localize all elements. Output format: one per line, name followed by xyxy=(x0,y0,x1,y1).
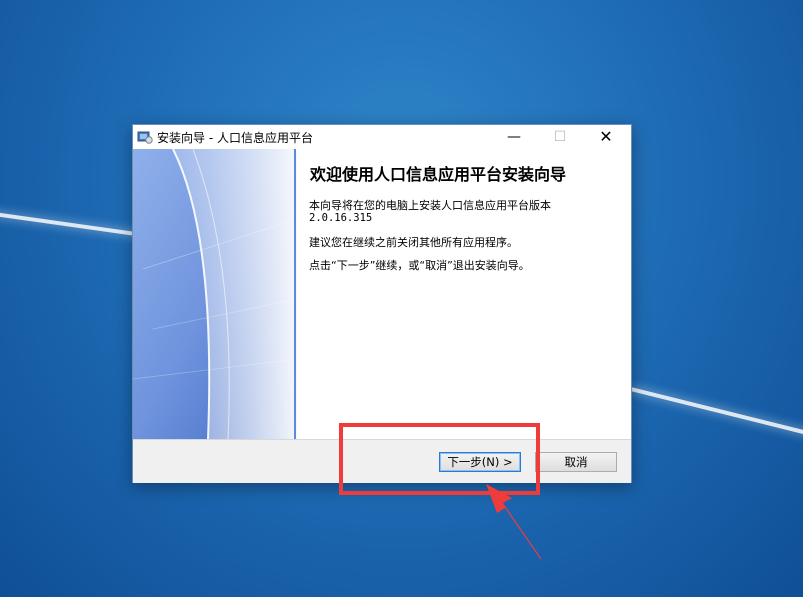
wizard-content: 欢迎使用人口信息应用平台安装向导 本向导将在您的电脑上安装人口信息应用平台版本 … xyxy=(297,149,631,439)
annotation-highlight-box xyxy=(339,423,540,495)
maximize-button[interactable]: ☐ xyxy=(537,125,583,149)
installer-app-icon xyxy=(137,131,153,144)
wallpaper-light-streak xyxy=(0,210,150,238)
version-text: 2.0.16.315 xyxy=(309,212,373,224)
title-bar[interactable]: 安装向导 - 人口信息应用平台 — ☐ ✕ xyxy=(133,125,631,149)
instruction-text: 点击“下一步”继续，或“取消”退出安装向导。 xyxy=(309,259,530,272)
advice-text: 建议您在继续之前关闭其他所有应用程序。 xyxy=(309,236,518,249)
wizard-side-banner xyxy=(133,149,297,439)
cancel-button[interactable]: 取消 xyxy=(535,452,617,472)
wizard-heading: 欢迎使用人口信息应用平台安装向导 xyxy=(310,165,567,184)
minimize-button[interactable]: — xyxy=(491,125,537,149)
close-button[interactable]: ✕ xyxy=(583,125,629,149)
wallpaper-light-streak xyxy=(630,387,803,437)
window-title: 安装向导 - 人口信息应用平台 xyxy=(157,131,313,145)
intro-text: 本向导将在您的电脑上安装人口信息应用平台版本 xyxy=(309,199,551,212)
banner-graphic xyxy=(133,149,297,439)
